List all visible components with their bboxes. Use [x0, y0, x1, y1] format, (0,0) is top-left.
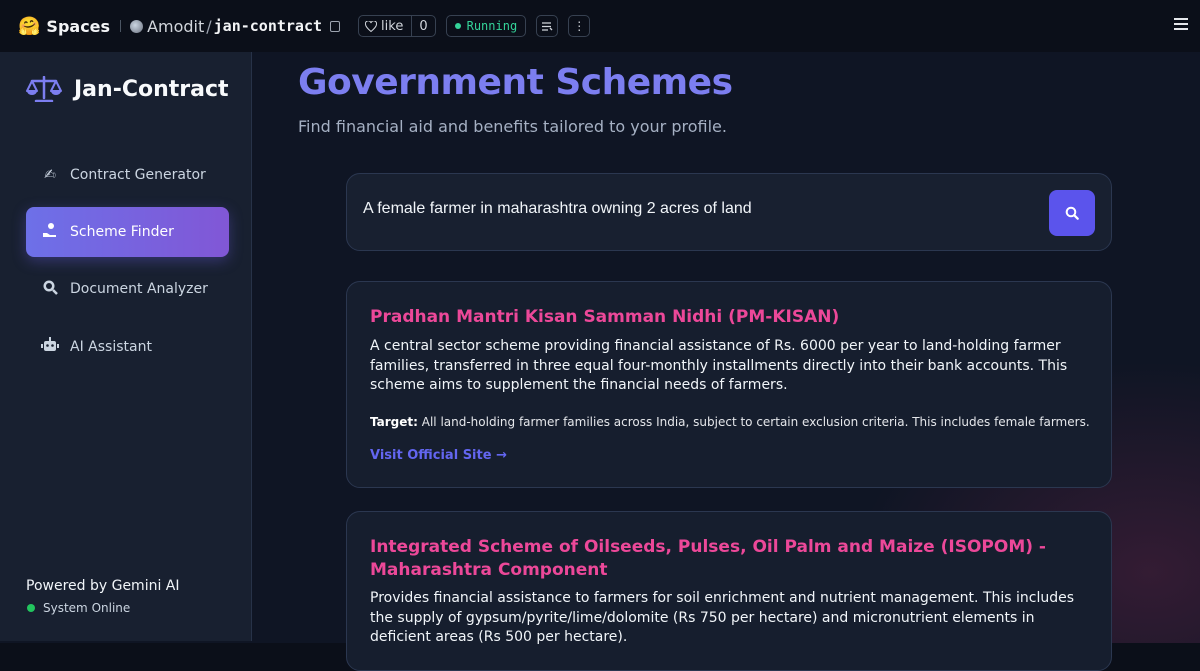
scheme-title: Integrated Scheme of Oilseeds, Pulses, O…	[370, 537, 1046, 580]
robot-icon	[40, 337, 60, 357]
like-label: like	[381, 18, 404, 34]
target-label: Target:	[370, 415, 418, 429]
owner-avatar	[130, 19, 144, 33]
divider	[120, 20, 122, 32]
scheme-card: Integrated Scheme of Oilseeds, Pulses, O…	[346, 511, 1112, 671]
like-count: 0	[419, 18, 428, 34]
hf-logo-icon[interactable]: 🤗	[18, 16, 40, 37]
sidebar-item-label: Contract Generator	[70, 167, 206, 183]
logs-button[interactable]	[536, 15, 559, 37]
sidebar-item-contract-generator[interactable]: ✍ Contract Generator	[26, 150, 229, 200]
more-options-button[interactable]: ⋮	[568, 15, 591, 37]
system-status-text: System Online	[43, 601, 131, 615]
brand-title: Jan-Contract	[74, 76, 229, 102]
sidebar-item-label: Document Analyzer	[70, 281, 208, 297]
magnifier-icon	[40, 279, 60, 299]
search-icon	[1065, 206, 1079, 220]
online-dot-icon	[27, 604, 35, 612]
running-dot-icon	[454, 23, 461, 29]
sidebar-item-document-analyzer[interactable]: Document Analyzer	[26, 264, 229, 314]
app-container: Jan-Contract ✍ Contract Generator Scheme…	[0, 52, 1200, 671]
scheme-description: A central sector scheme providing financ…	[370, 338, 1068, 393]
search-button[interactable]	[1049, 190, 1095, 236]
sidebar-item-ai-assistant[interactable]: AI Assistant	[26, 322, 229, 372]
heart-icon	[365, 20, 378, 32]
search-input[interactable]	[363, 200, 1023, 218]
search-box	[346, 173, 1112, 251]
like-button[interactable]: like 0	[358, 15, 436, 37]
scheme-description: Provides financial assistance to farmers…	[370, 590, 1075, 645]
sidebar: Jan-Contract ✍ Contract Generator Scheme…	[0, 52, 252, 641]
brand: Jan-Contract	[26, 76, 229, 102]
scheme-target: Target: All land-holding farmer families…	[370, 415, 1090, 429]
hand-money-icon	[40, 222, 60, 242]
kebab-icon: ⋮	[573, 19, 586, 33]
status-badge[interactable]: Running	[445, 15, 527, 37]
repo-link[interactable]: jan-contract	[214, 17, 322, 35]
owner-link[interactable]: Amodit	[147, 17, 204, 36]
visit-official-site-link[interactable]: Visit Official Site →	[370, 448, 507, 463]
hamburger-menu-icon[interactable]	[1174, 18, 1188, 33]
spaces-link[interactable]: Spaces	[46, 17, 110, 36]
sidebar-item-label: AI Assistant	[70, 339, 152, 355]
page-subtitle: Find financial aid and benefits tailored…	[298, 117, 727, 136]
scales-icon	[26, 76, 62, 102]
copy-icon[interactable]	[330, 20, 341, 32]
system-status: System Online	[27, 601, 130, 615]
hf-topbar: 🤗 Spaces Amodit / jan-contract like 0 Ru…	[0, 0, 1200, 52]
pen-icon: ✍	[44, 167, 56, 183]
path-slash: /	[206, 16, 212, 36]
status-text: Running	[466, 19, 518, 33]
page-title: Government Schemes	[298, 62, 733, 103]
sidebar-item-scheme-finder[interactable]: Scheme Finder	[26, 207, 229, 257]
sidebar-item-label: Scheme Finder	[70, 224, 174, 240]
scheme-card: Pradhan Mantri Kisan Samman Nidhi (PM-KI…	[346, 281, 1112, 488]
logs-icon	[541, 21, 553, 31]
powered-by: Powered by Gemini AI	[26, 578, 180, 594]
target-text: All land-holding farmer families across …	[421, 415, 1090, 429]
scheme-title: Pradhan Mantri Kisan Samman Nidhi (PM-KI…	[370, 307, 840, 327]
